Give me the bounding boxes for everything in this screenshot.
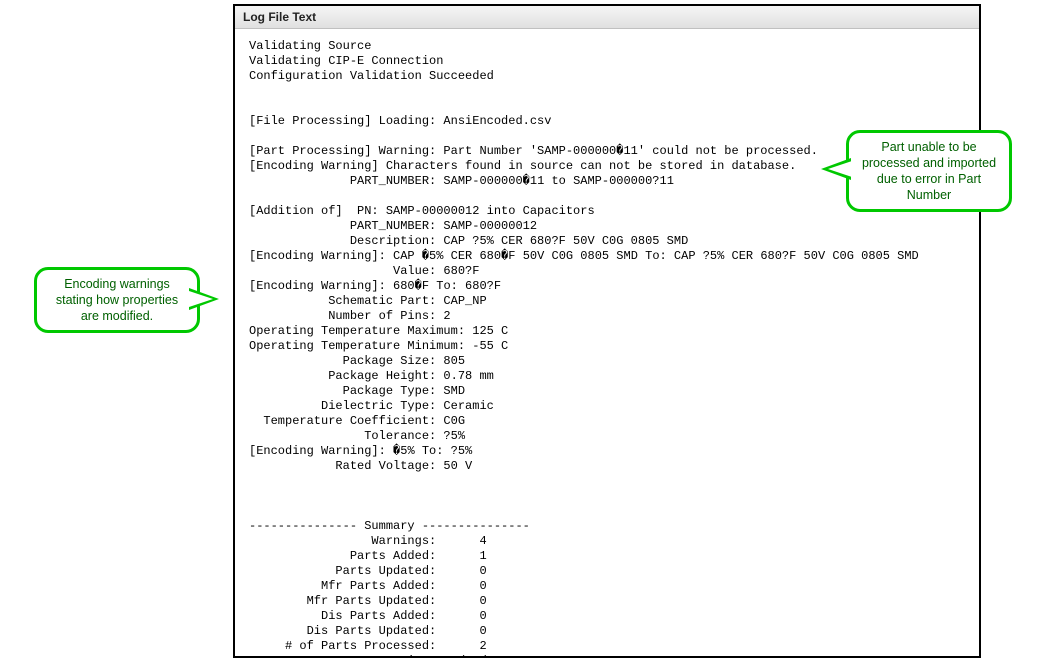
callout-encoding-warnings: Encoding warnings stating how properties… <box>34 267 200 333</box>
log-line: Configuration Validation Succeeded <box>249 69 494 83</box>
log-line: [Part Processing] Warning: Part Number '… <box>249 144 818 158</box>
log-line: [Encoding Warning] Characters found in s… <box>249 159 796 173</box>
log-line: PART_NUMBER: SAMP-000000�11 to SAMP-0000… <box>249 174 674 188</box>
log-line: Parts Added: 1 <box>249 549 487 563</box>
log-line: Warnings: 4 <box>249 534 487 548</box>
log-line: [Encoding Warning]: �5% To: ?5% <box>249 444 472 458</box>
log-line: Mfr Parts Updated: 0 <box>249 594 487 608</box>
log-line: Validating Source <box>249 39 371 53</box>
log-line: Package Type: SMD <box>249 384 465 398</box>
log-line: Package Height: 0.78 mm <box>249 369 494 383</box>
log-text: Validating Source Validating CIP-E Conne… <box>235 29 979 658</box>
log-line: Tolerance: ?5% <box>249 429 465 443</box>
log-line: Number of Pins: 2 <box>249 309 451 323</box>
log-line: Temperature Coefficient: C0G <box>249 414 465 428</box>
log-line: Dis Parts Updated: 0 <box>249 624 487 638</box>
log-line: Operating Temperature Minimum: -55 C <box>249 339 508 353</box>
log-panel: Log File Text Validating Source Validati… <box>233 4 981 658</box>
log-line: Schematic Part: CAP_NP <box>249 294 487 308</box>
log-line: --------------- Summary --------------- <box>249 519 530 533</box>
log-line: Dis Parts Added: 0 <box>249 609 487 623</box>
log-line: [Encoding Warning]: 680�F To: 680?F <box>249 279 501 293</box>
log-line: Package Size: 805 <box>249 354 465 368</box>
log-line: Mfr Parts Added: 0 <box>249 579 487 593</box>
log-line: [Addition of] PN: SAMP-00000012 into Cap… <box>249 204 595 218</box>
callout-part-error: Part unable to be processed and imported… <box>846 130 1012 212</box>
callout-tail-icon <box>828 161 852 177</box>
log-line: # of Parts Processed: 2 <box>249 639 487 653</box>
log-line: Parts Updated: 0 <box>249 564 487 578</box>
log-line: [Encoding Warning]: CAP �5% CER 680�F 50… <box>249 249 919 263</box>
log-line: Value: 680?F <box>249 264 479 278</box>
callout-tail-icon <box>189 291 213 307</box>
log-line: Start Time: 12/11/2018 11:07:42 AM <box>249 654 602 658</box>
log-line: [File Processing] Loading: AnsiEncoded.c… <box>249 114 551 128</box>
log-line: Description: CAP ?5% CER 680?F 50V C0G 0… <box>249 234 688 248</box>
log-line: PART_NUMBER: SAMP-00000012 <box>249 219 537 233</box>
log-line: Validating CIP-E Connection <box>249 54 443 68</box>
log-panel-title: Log File Text <box>235 6 979 29</box>
log-line: Rated Voltage: 50 V <box>249 459 472 473</box>
log-line: Operating Temperature Maximum: 125 C <box>249 324 508 338</box>
log-line: Dielectric Type: Ceramic <box>249 399 494 413</box>
